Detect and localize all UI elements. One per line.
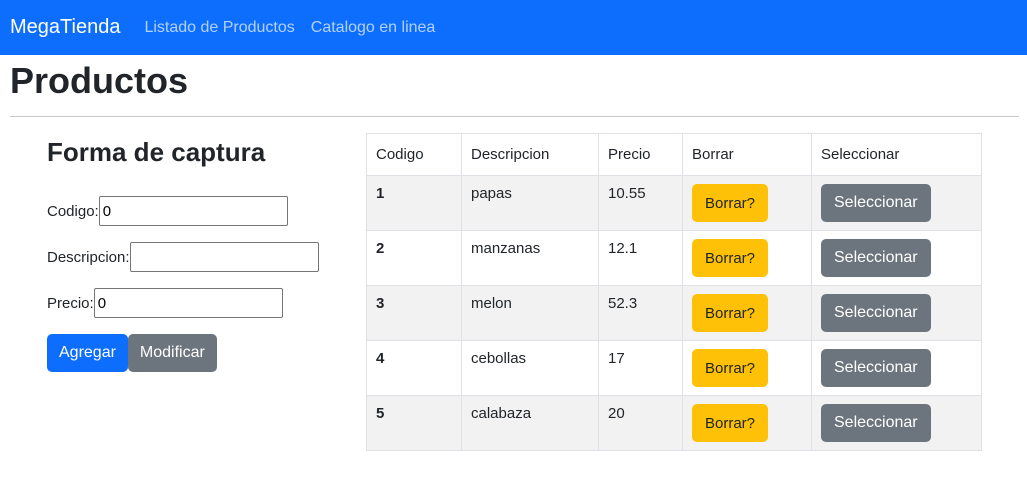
select-button[interactable]: Seleccionar	[821, 294, 931, 332]
row-codigo: 4	[366, 340, 462, 396]
row-seleccionar-cell: Seleccionar	[811, 285, 982, 341]
add-button[interactable]: Agregar	[47, 334, 128, 372]
row-descripcion: melon	[461, 285, 599, 341]
divider	[10, 116, 1019, 117]
precio-label: Precio:	[47, 294, 94, 312]
row-codigo: 1	[366, 175, 462, 231]
table-row: 2 manzanas 12.1 Borrar? Seleccionar	[366, 230, 982, 286]
table-row: 4 cebollas 17 Borrar? Seleccionar	[366, 340, 982, 396]
delete-button[interactable]: Borrar?	[692, 349, 769, 387]
delete-button[interactable]: Borrar?	[692, 184, 769, 222]
row-borrar-cell: Borrar?	[682, 285, 812, 341]
header-precio: Precio	[598, 133, 683, 176]
nav-link-catalogo[interactable]: Catalogo en linea	[311, 19, 436, 37]
table-row: 5 calabaza 20 Borrar? Seleccionar	[366, 395, 982, 451]
capture-form: Forma de captura Codigo: Descripcion: Pr…	[47, 136, 347, 372]
row-precio: 10.55	[598, 175, 683, 231]
delete-button[interactable]: Borrar?	[692, 404, 769, 442]
brand-link[interactable]: MegaTienda	[10, 16, 120, 39]
row-precio: 20	[598, 395, 683, 451]
modify-button[interactable]: Modificar	[127, 334, 217, 372]
row-codigo: 5	[366, 395, 462, 451]
row-seleccionar-cell: Seleccionar	[811, 340, 982, 396]
precio-row: Precio:	[47, 288, 347, 318]
row-descripcion: calabaza	[461, 395, 599, 451]
delete-button[interactable]: Borrar?	[692, 239, 769, 277]
codigo-label: Codigo:	[47, 202, 99, 220]
descripcion-label: Descripcion:	[47, 248, 130, 266]
codigo-input[interactable]	[98, 196, 288, 226]
row-seleccionar-cell: Seleccionar	[811, 230, 982, 286]
header-descripcion: Descripcion	[461, 133, 599, 176]
products-table: Codigo Descripcion Precio Borrar Selecci…	[366, 133, 982, 451]
page-title: Productos	[10, 60, 189, 101]
navbar: MegaTienda Listado de Productos Catalogo…	[0, 0, 1027, 55]
row-precio: 17	[598, 340, 683, 396]
precio-input[interactable]	[93, 288, 283, 318]
select-button[interactable]: Seleccionar	[821, 404, 931, 442]
descripcion-row: Descripcion:	[47, 242, 347, 272]
row-borrar-cell: Borrar?	[682, 340, 812, 396]
row-borrar-cell: Borrar?	[682, 395, 812, 451]
select-button[interactable]: Seleccionar	[821, 349, 931, 387]
delete-button[interactable]: Borrar?	[692, 294, 769, 332]
header-borrar: Borrar	[682, 133, 812, 176]
row-codigo: 2	[366, 230, 462, 286]
select-button[interactable]: Seleccionar	[821, 239, 931, 277]
row-borrar-cell: Borrar?	[682, 175, 812, 231]
header-codigo: Codigo	[366, 133, 462, 176]
row-precio: 52.3	[598, 285, 683, 341]
nav-link-listado[interactable]: Listado de Productos	[144, 19, 294, 37]
row-descripcion: cebollas	[461, 340, 599, 396]
form-title: Forma de captura	[47, 137, 266, 167]
table-row: 1 papas 10.55 Borrar? Seleccionar	[366, 175, 982, 231]
descripcion-input[interactable]	[129, 242, 319, 272]
form-buttons: Agregar Modificar	[47, 334, 347, 372]
row-descripcion: manzanas	[461, 230, 599, 286]
header-seleccionar: Seleccionar	[811, 133, 982, 176]
table-row: 3 melon 52.3 Borrar? Seleccionar	[366, 285, 982, 341]
row-precio: 12.1	[598, 230, 683, 286]
codigo-row: Codigo:	[47, 196, 347, 226]
table-header-row: Codigo Descripcion Precio Borrar Selecci…	[366, 133, 982, 176]
row-seleccionar-cell: Seleccionar	[811, 175, 982, 231]
row-codigo: 3	[366, 285, 462, 341]
select-button[interactable]: Seleccionar	[821, 184, 931, 222]
row-borrar-cell: Borrar?	[682, 230, 812, 286]
row-seleccionar-cell: Seleccionar	[811, 395, 982, 451]
row-descripcion: papas	[461, 175, 599, 231]
